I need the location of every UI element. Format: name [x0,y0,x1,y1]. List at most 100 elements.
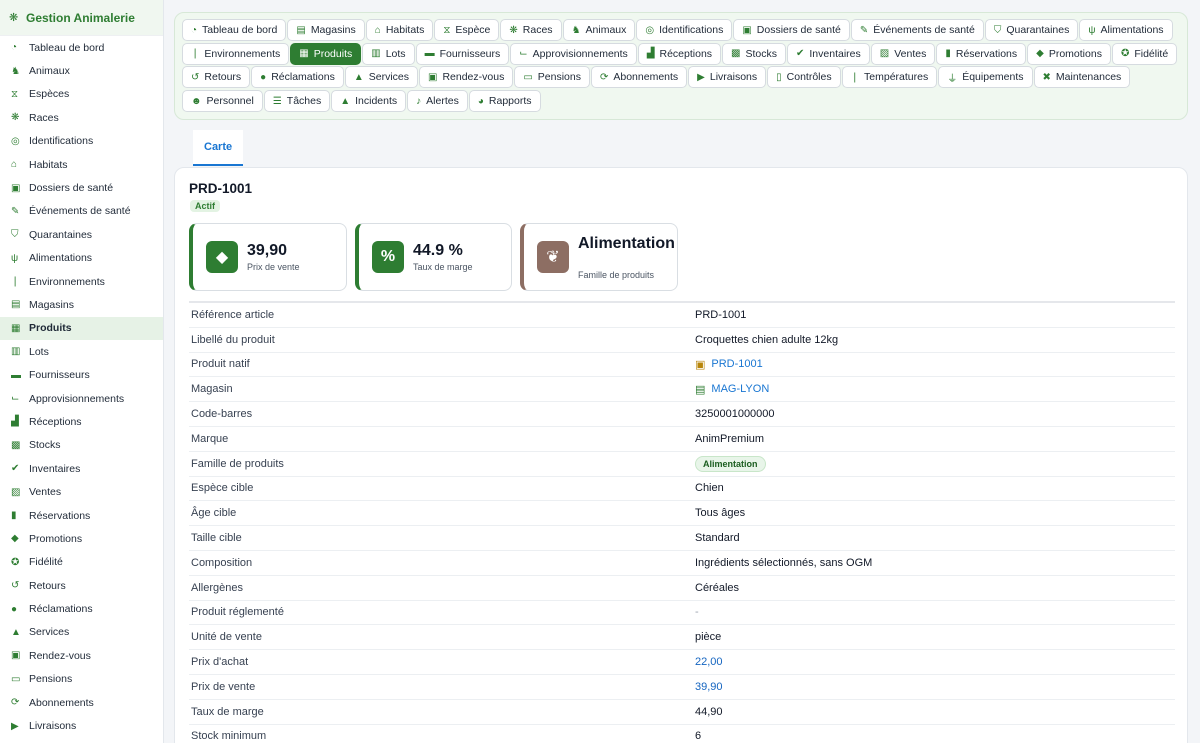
sidebar-item-pensions[interactable]: ▭ Pensions [0,668,163,691]
nav-chip-taches[interactable]: ☰ Tâches [263,90,331,113]
nav-chip-evenements-de-sante[interactable]: ✎ Événements de santé [850,19,984,41]
sidebar-item-magasins[interactable]: ▤ Magasins [0,293,163,316]
nav-chip-receptions[interactable]: ▟ Réceptions [637,42,722,65]
nav-chip-espece[interactable]: ⧖ Espèce [434,19,500,41]
store-icon: ▤ [296,24,306,36]
sidebar-item-environnements[interactable]: ❘ Environnements [0,270,163,293]
nav-chip-stocks[interactable]: ▩ Stocks [722,42,786,65]
nav-chip-dossiers-de-sante[interactable]: ▣ Dossiers de santé [733,19,850,41]
sidebar-item-races[interactable]: ❋ Races [0,106,163,129]
sidebar-item-reclamations[interactable]: ● Réclamations [0,597,163,620]
sidebar-item-lots[interactable]: ▥ Lots [0,340,163,363]
sidebar-item-approvisionnements[interactable]: ⌙ Approvisionnements [0,387,163,410]
nav-chip-reservations[interactable]: ▮ Réservations [936,42,1027,65]
nav-chip-temperatures[interactable]: ❘ Températures [841,66,938,89]
sidebar-item-abonnements[interactable]: ⟳ Abonnements [0,691,163,714]
sidebar-item-fournisseurs[interactable]: ▬ Fournisseurs [0,363,163,386]
nav-chip-services[interactable]: ▲ Services [344,66,418,89]
sidebar-item-livraisons[interactable]: ▶ Livraisons [0,714,163,737]
nav-chip-inventaires[interactable]: ✔ Inventaires [787,42,870,65]
sidebar-item-produits[interactable]: ▦ Produits [0,316,163,341]
sidebar-item-tableau-de-bord[interactable]: ◔ Tableau de bord [0,36,163,59]
sidebar-item-promotions[interactable]: ◆ Promotions [0,527,163,550]
nav-chip-label: Fournisseurs [439,47,501,60]
nav-chip-lots[interactable]: ▥ Lots [362,42,415,65]
fingerprint-icon: ◎ [645,24,655,36]
nav-chip-retours[interactable]: ↺ Retours [182,66,251,89]
paw-icon: ❋ [11,112,20,124]
sidebar-item-dossiers-de-sante[interactable]: ▣ Dossiers de santé [0,176,163,199]
sidebar-item-quarantaines[interactable]: ⛉ Quarantaines [0,223,163,246]
table-row: Prix d'achat 22,00 [189,650,1175,675]
sidebar-item-services[interactable]: ▲ Services [0,621,163,644]
app-title: Gestion Animalerie [26,10,135,25]
sidebar-item-fidelite[interactable]: ✪ Fidélité [0,551,163,574]
dna-icon: ⧖ [11,88,19,100]
nav-chip-incidents[interactable]: ▲ Incidents [331,90,407,113]
nav-chip-label: Habitats [385,24,425,36]
nav-chip-environnements[interactable]: ❘ Environnements [182,42,290,65]
nav-chip-abonnements[interactable]: ⟳ Abonnements [590,66,688,89]
sidebar-item-animaux[interactable]: ♞ Animaux [0,59,163,82]
nav-chip-ventes[interactable]: ▨ Ventes [870,42,936,65]
sidebar-item-ventes[interactable]: ▨ Ventes [0,480,163,503]
nav-chip-equipements[interactable]: ⏚ Équipements [938,66,1033,89]
table-row: Magasin ▤ MAG-LYON [189,377,1175,403]
nav-chip-habitats[interactable]: ⌂ Habitats [365,19,434,41]
sidebar-item-especes[interactable]: ⧖ Espèces [0,83,163,106]
table-row: Prix de vente 39,90 [189,675,1175,700]
app-brand[interactable]: ❋ Gestion Animalerie [0,0,163,36]
nav-chip-reclamations[interactable]: ● Réclamations [251,66,344,89]
sidebar-item-evenements-de-sante[interactable]: ✎ Événements de santé [0,200,163,223]
field-value[interactable]: ▤ MAG-LYON [695,383,769,396]
nav-chip-fournisseurs[interactable]: ▬ Fournisseurs [415,42,510,65]
field-value-text: Croquettes chien adulte 12kg [695,333,839,346]
nav-chip-animaux[interactable]: ♞ Animaux [562,19,636,41]
sidebar-item-stocks[interactable]: ▩ Stocks [0,434,163,457]
nav-chip-label: Lots [385,47,406,60]
nav-chip-approvisionnements[interactable]: ⌙ Approvisionnements [510,42,637,65]
nav-chip-magasins[interactable]: ▤ Magasins [287,19,365,41]
dna-icon: ⧖ [443,24,451,36]
field-value[interactable]: ▣ PRD-1001 [695,358,763,371]
sidebar-item-inventaires[interactable]: ✔ Inventaires [0,457,163,480]
nav-chip-produits[interactable]: ▦ Produits [290,42,362,65]
field-value-text: - [695,606,699,619]
nav-chip-pensions[interactable]: ▭ Pensions [514,66,590,89]
nav-chip-identifications[interactable]: ◎ Identifications [636,19,733,41]
nav-chip-quarantaines[interactable]: ⛉ Quarantaines [984,19,1079,41]
syringe-icon: ✎ [859,24,869,36]
bed-icon: ▭ [11,673,21,685]
nav-chip-label: Promotions [1048,47,1102,60]
sidebar-item-reservations[interactable]: ▮ Réservations [0,504,163,527]
sidebar-item-receptions[interactable]: ▟ Réceptions [0,410,163,433]
nav-chip-alertes[interactable]: ♪ Alertes [407,90,468,113]
clipboard-check-icon: ✔ [11,463,20,475]
nav-chip-alimentations[interactable]: ψ Alimentations [1079,19,1173,41]
nav-chip-label: Rendez-vous [442,71,505,84]
nav-chip-tableau-de-bord[interactable]: ◔ Tableau de bord [182,19,287,41]
nav-chip-fidelite[interactable]: ✪ Fidélité [1111,42,1178,65]
nav-chip-rendez-vous[interactable]: ▣ Rendez-vous [419,66,514,89]
comment-icon: ● [260,71,267,83]
paw-icon: ❋ [9,12,19,24]
sidebar-item-habitats[interactable]: ⌂ Habitats [0,153,163,176]
nav-chip-personnel[interactable]: ☻ Personnel [182,90,263,113]
sidebar-item-rendez-vous[interactable]: ▣ Rendez-vous [0,644,163,667]
sidebar-item-identifications[interactable]: ◎ Identifications [0,130,163,153]
sidebar-item-alimentations[interactable]: ψ Alimentations [0,247,163,270]
tag-icon: ◆ [206,241,238,273]
nav-chip-rapports[interactable]: ◕ Rapports [468,90,541,113]
nav-chip-races[interactable]: ❋ Races [500,19,562,41]
nav-chip-label: Identifications [659,24,724,36]
dolly-icon: ⌙ [519,48,528,60]
nav-chip-promotions[interactable]: ◆ Promotions [1027,42,1111,65]
nav-chip-controles[interactable]: ▯ Contrôles [767,66,841,89]
sidebar: ❋ Gestion Animalerie ◔ Tableau de bord ♞ An… [0,0,164,743]
nav-chip-livraisons[interactable]: ▶ Livraisons [688,66,767,89]
table-row: Unité de vente pièce [189,625,1175,651]
nav-chip-label: Livraisons [709,71,758,84]
tab-carte[interactable]: Carte [193,130,244,166]
nav-chip-maintenances[interactable]: ✖ Maintenances [1033,66,1131,89]
sidebar-item-retours[interactable]: ↺ Retours [0,574,163,597]
